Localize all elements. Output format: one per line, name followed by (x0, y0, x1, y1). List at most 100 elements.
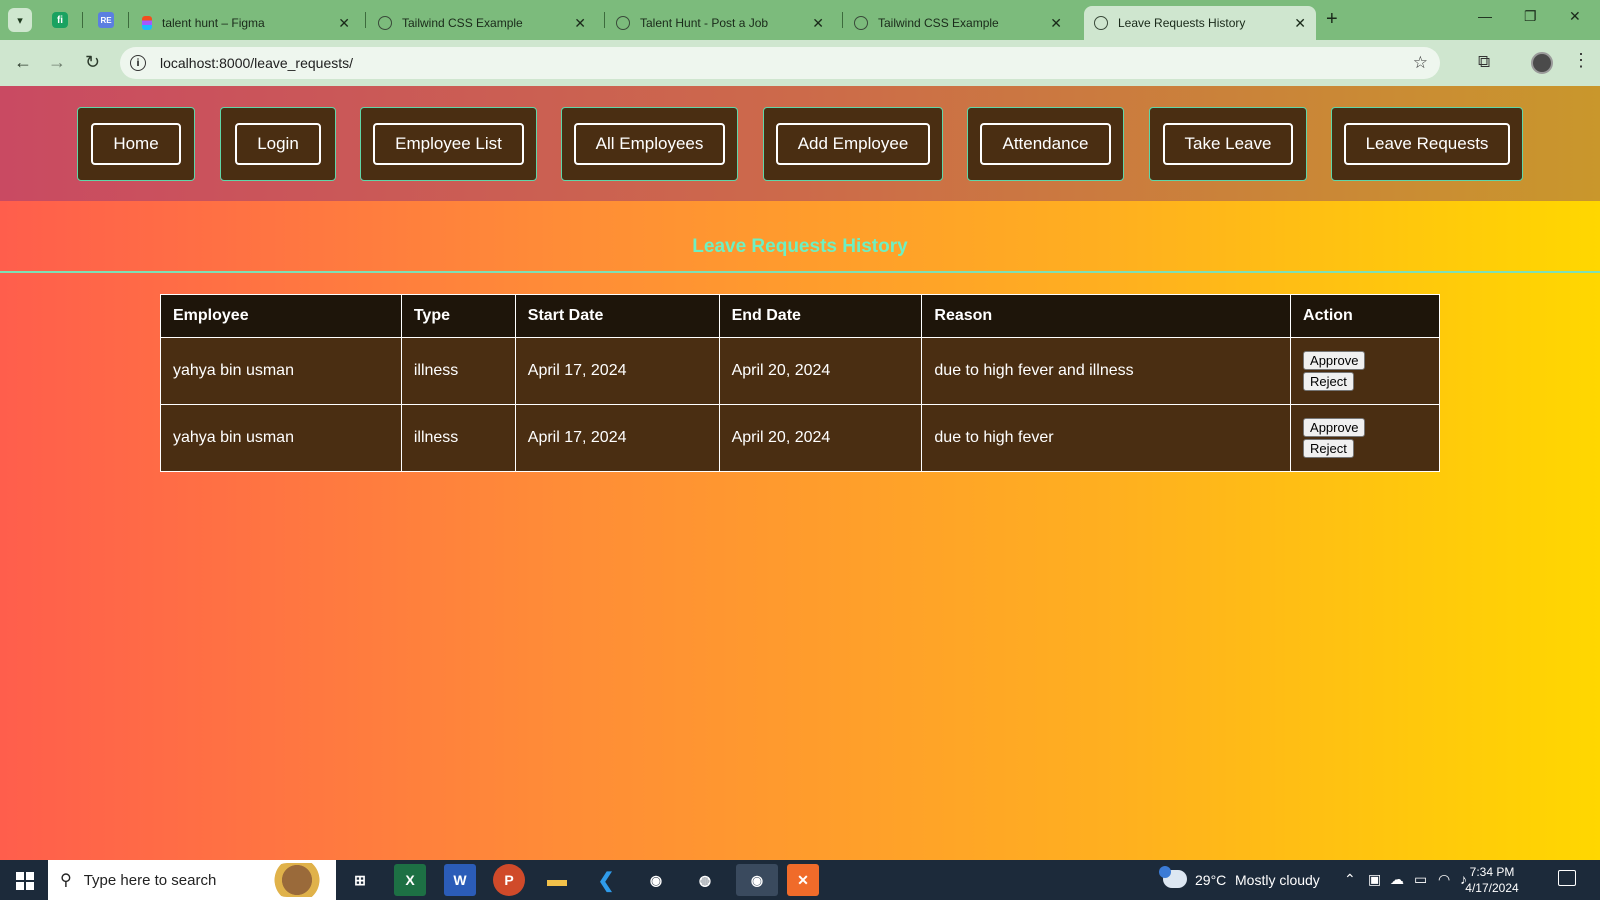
leave-requests-table: Employee Type Start Date End Date Reason… (160, 294, 1440, 472)
tab-figma[interactable]: talent hunt – Figma ✕ (132, 6, 360, 40)
search-highlight-illustration (270, 863, 330, 897)
profile-avatar[interactable] (1531, 52, 1553, 74)
close-tab-icon[interactable]: ✕ (812, 15, 824, 32)
close-tab-icon[interactable]: ✕ (1050, 15, 1062, 32)
chrome-profile-icon[interactable]: ◍ (689, 864, 721, 896)
tab-separator (365, 12, 366, 28)
pinned-tab-app[interactable]: RE (94, 8, 118, 32)
nav-take-leave-button[interactable]: Take Leave (1162, 123, 1294, 165)
windows-taskbar: ⚲ Type here to search ⊞ X W P ▬ ❮ ◉ ◍ ◉ … (0, 860, 1600, 900)
column-header-reason: Reason (921, 294, 1292, 338)
cell-type: illness (400, 404, 516, 472)
minimize-icon[interactable]: — (1478, 8, 1492, 24)
pinned-tab-fiverr[interactable]: fi (48, 8, 72, 32)
cell-employee: yahya bin usman (160, 404, 402, 472)
file-explorer-icon[interactable]: ▬ (541, 864, 573, 896)
approve-button[interactable]: Approve (1303, 418, 1366, 437)
chrome-active-icon[interactable]: ◉ (736, 864, 778, 896)
nav-card-all-employees: All Employees (561, 107, 738, 181)
tab-title: Tailwind CSS Example (402, 16, 523, 30)
column-header-type: Type (400, 294, 516, 338)
excel-icon[interactable]: X (394, 864, 426, 896)
taskbar-search-box[interactable]: ⚲ Type here to search (48, 860, 336, 900)
site-info-icon[interactable]: i (130, 55, 146, 71)
extensions-puzzle-icon[interactable]: ⧉ (1478, 52, 1490, 72)
forward-arrow-icon[interactable]: → (48, 52, 66, 73)
address-bar[interactable]: i localhost:8000/leave_requests/ ☆ (120, 47, 1440, 79)
back-arrow-icon[interactable]: ← (14, 52, 32, 73)
tab-leave-requests[interactable]: Leave Requests History ✕ (1084, 6, 1316, 40)
cell-end-date: April 20, 2024 (718, 337, 923, 405)
globe-icon (1094, 16, 1108, 30)
nav-leave-requests-button[interactable]: Leave Requests (1343, 123, 1511, 165)
fiverr-icon: fi (52, 12, 68, 28)
battery-icon[interactable]: ▭ (1414, 871, 1427, 888)
nav-home-button[interactable]: Home (91, 123, 181, 165)
xampp-icon[interactable]: ✕ (787, 864, 819, 896)
tab-separator (128, 12, 129, 28)
word-icon[interactable]: W (444, 864, 476, 896)
cell-reason: due to high fever and illness (921, 337, 1292, 405)
cell-action: Approve Reject (1290, 404, 1440, 472)
url-text[interactable]: localhost:8000/leave_requests/ (160, 55, 353, 71)
browser-tab-strip: ▾ fi RE talent hunt – Figma ✕ Tailwind C… (0, 0, 1600, 40)
task-view-icon[interactable]: ⊞ (344, 864, 376, 896)
weather-temp[interactable]: 29°C (1195, 872, 1226, 888)
tab-title: Tailwind CSS Example (878, 16, 999, 30)
powerpoint-icon[interactable]: P (493, 864, 525, 896)
notification-center-icon[interactable] (1558, 870, 1576, 886)
chevron-up-icon[interactable]: ⌃ (1344, 871, 1356, 888)
table-header-row: Employee Type Start Date End Date Reason… (160, 294, 1440, 338)
tab-search-button[interactable]: ▾ (8, 8, 32, 32)
new-tab-icon[interactable]: + (1326, 8, 1338, 31)
tab-separator (82, 12, 83, 28)
tab-separator (604, 12, 605, 28)
main-navbar: Home Login Employee List All Employees A… (0, 86, 1600, 201)
vscode-icon[interactable]: ❮ (590, 864, 622, 896)
nav-employee-list-button[interactable]: Employee List (373, 123, 524, 165)
close-tab-icon[interactable]: ✕ (338, 15, 350, 32)
bookmark-star-icon[interactable]: ☆ (1413, 53, 1428, 73)
weather-cloud-icon[interactable] (1159, 866, 1187, 888)
weather-condition[interactable]: Mostly cloudy (1235, 872, 1320, 888)
nav-card-take-leave: Take Leave (1149, 107, 1307, 181)
wifi-icon[interactable]: ◠ (1438, 871, 1450, 888)
tab-tailwind-2[interactable]: Tailwind CSS Example ✕ (844, 6, 1072, 40)
page-title: Leave Requests History (692, 236, 908, 257)
globe-icon (616, 16, 630, 30)
menu-kebab-icon[interactable]: ⋮ (1572, 50, 1590, 71)
onedrive-cloud-icon[interactable]: ☁ (1390, 871, 1404, 888)
windows-start-icon[interactable] (16, 872, 34, 890)
tab-separator (842, 12, 843, 28)
tab-post-job[interactable]: Talent Hunt - Post a Job ✕ (606, 6, 834, 40)
cell-reason: due to high fever (921, 404, 1292, 472)
clock-date: 4/17/2024 (1465, 881, 1519, 895)
close-window-icon[interactable]: ✕ (1569, 8, 1581, 25)
nav-card-leave-requests: Leave Requests (1331, 107, 1523, 181)
nav-card-employee-list: Employee List (360, 107, 537, 181)
reject-button[interactable]: Reject (1303, 372, 1354, 391)
search-placeholder: Type here to search (83, 871, 217, 889)
restore-icon[interactable]: ❐ (1524, 8, 1537, 25)
nav-all-employees-button[interactable]: All Employees (573, 123, 726, 165)
approve-button[interactable]: Approve (1303, 351, 1366, 370)
reload-icon[interactable]: ↻ (85, 52, 100, 73)
tab-title: Leave Requests History (1118, 16, 1246, 30)
globe-icon (854, 16, 868, 30)
chrome-icon[interactable]: ◉ (640, 864, 672, 896)
tab-tailwind-1[interactable]: Tailwind CSS Example ✕ (368, 6, 596, 40)
reject-button[interactable]: Reject (1303, 439, 1354, 458)
address-toolbar: ← → ↻ i localhost:8000/leave_requests/ ☆… (0, 40, 1600, 86)
close-tab-icon[interactable]: ✕ (574, 15, 586, 32)
taskbar-clock[interactable]: 7:34 PM 4/17/2024 (1458, 864, 1526, 896)
cell-start-date: April 17, 2024 (514, 337, 720, 405)
nav-login-button[interactable]: Login (235, 123, 321, 165)
nav-attendance-button[interactable]: Attendance (980, 123, 1111, 165)
close-tab-icon[interactable]: ✕ (1294, 15, 1306, 32)
clock-time: 7:34 PM (1469, 865, 1515, 879)
nav-add-employee-button[interactable]: Add Employee (775, 123, 931, 165)
tab-title: talent hunt – Figma (162, 16, 265, 30)
cell-employee: yahya bin usman (160, 337, 402, 405)
tab-title: Talent Hunt - Post a Job (640, 16, 769, 30)
meet-now-icon[interactable]: ▣ (1368, 871, 1381, 888)
